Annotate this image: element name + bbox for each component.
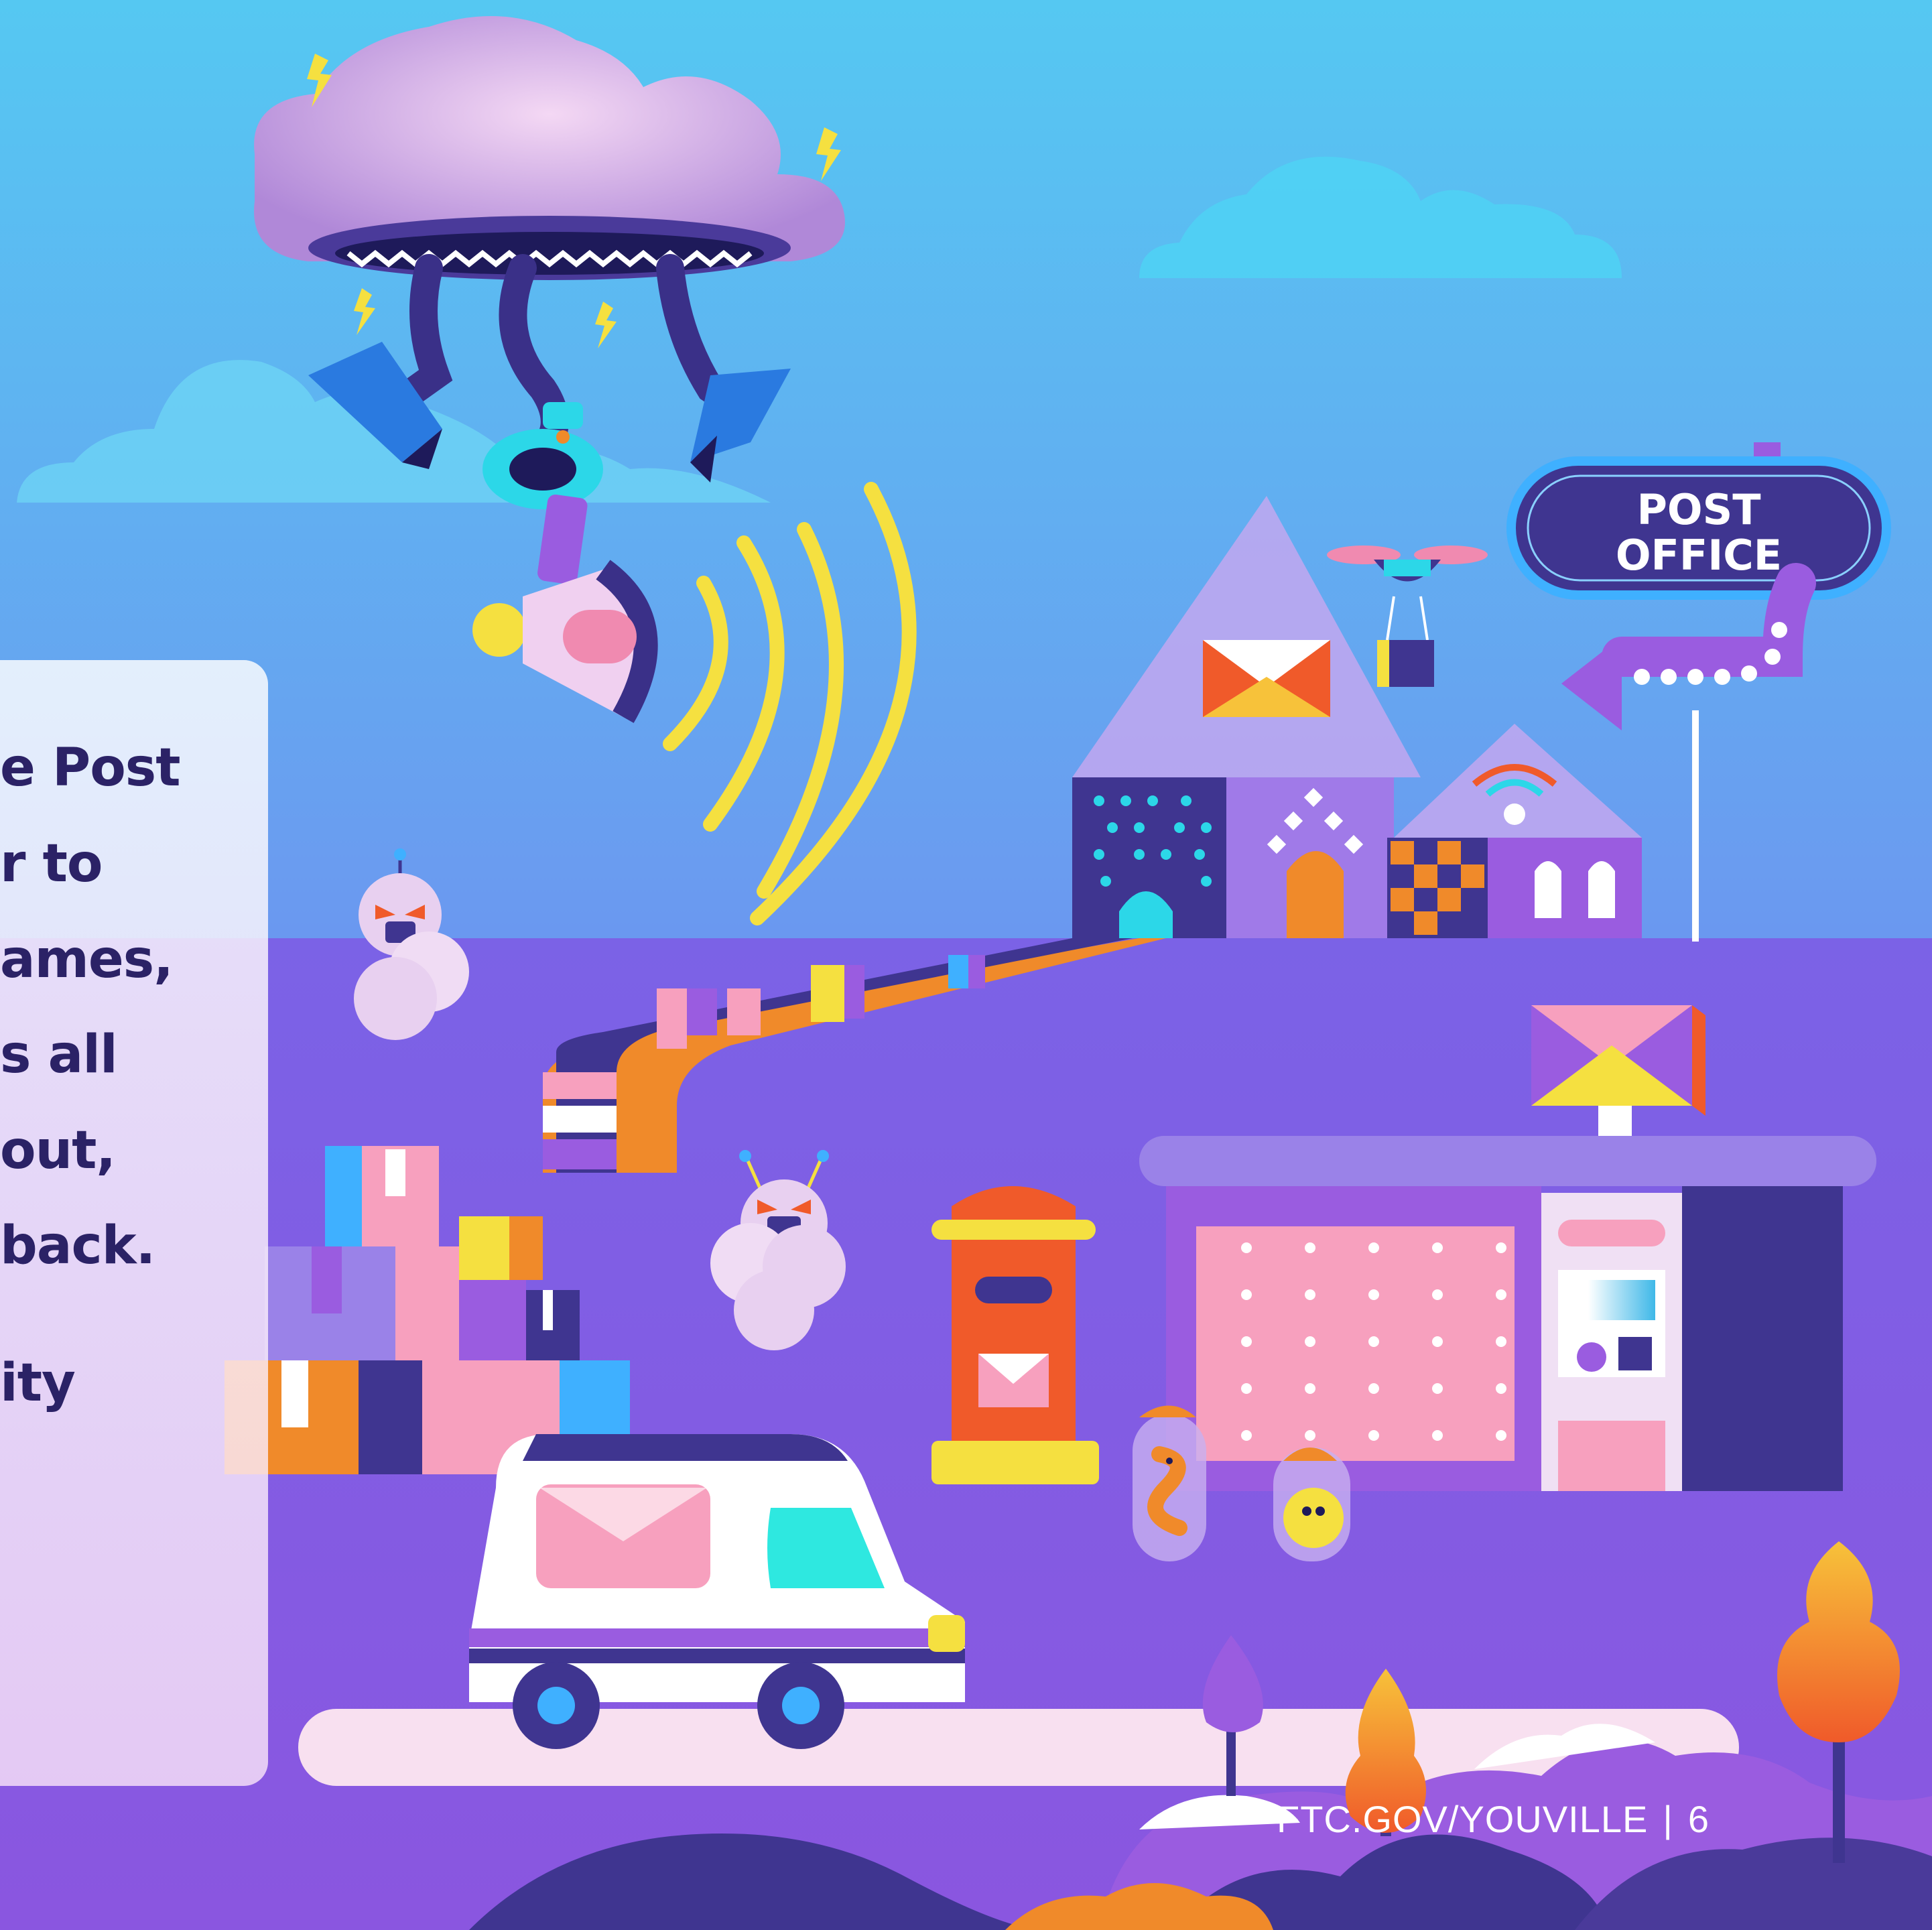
panel-line-5: out, <box>0 1120 116 1181</box>
footer-separator: | <box>1663 1798 1673 1840</box>
text-panel: e Post r to ames, s all out, back. ity <box>0 660 268 1786</box>
panel-line-7: ity <box>0 1353 76 1413</box>
envelope-icon <box>1531 1005 1705 1116</box>
panel-line-2: r to <box>0 834 103 894</box>
blob-character <box>1273 1448 1350 1561</box>
page-footer: FTC.GOV/YOUVILLE | 6 <box>1277 1797 1710 1841</box>
page-number: 6 <box>1687 1798 1710 1840</box>
panel-line-3: ames, <box>0 929 174 990</box>
panel-line-1: e Post <box>0 738 181 798</box>
footer-url[interactable]: FTC.GOV/YOUVILLE <box>1277 1798 1648 1840</box>
worm-character <box>1133 1405 1206 1561</box>
sign-line-2: OFFICE <box>1616 531 1782 580</box>
envelope-icon <box>1203 640 1330 717</box>
mailbox-icon <box>931 1186 1099 1484</box>
panel-line-4: s all <box>0 1025 118 1085</box>
sign-line-1: POST <box>1636 485 1760 534</box>
youville-post-office-scene: POST OFFICE <box>0 0 1932 1930</box>
panel-line-6: back. <box>0 1216 155 1276</box>
